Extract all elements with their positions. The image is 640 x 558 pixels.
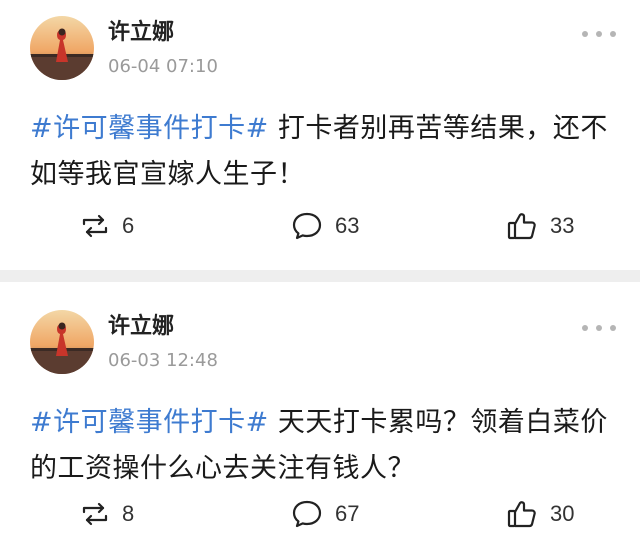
- comment-icon: [292, 500, 322, 528]
- feed-post[interactable]: 许立娜 06-03 12:48 #许可馨事件打卡# 天天打卡累吗？领着白菜价的工…: [0, 282, 640, 558]
- comment-count: 67: [335, 501, 360, 526]
- repost-count: 6: [122, 213, 135, 238]
- hashtag-link[interactable]: #许可馨事件打卡#: [30, 113, 269, 144]
- feed-post[interactable]: 许立娜 06-04 07:10 #许可馨事件打卡# 打卡者别再苦等结果，还不如等…: [0, 0, 640, 270]
- avatar[interactable]: [30, 310, 94, 374]
- like-count: 33: [550, 213, 575, 238]
- thumbs-up-icon: [507, 213, 536, 240]
- thumbs-up-icon: [507, 501, 536, 528]
- hashtag-link[interactable]: #许可馨事件打卡#: [30, 407, 269, 438]
- more-dots-icon[interactable]: [582, 320, 616, 336]
- post-actions: 8 67 30: [0, 494, 640, 534]
- post-text: #许可馨事件打卡# 天天打卡累吗？领着白菜价的工资操什么心去关注有钱人？: [30, 400, 620, 492]
- comment-button[interactable]: 63: [291, 206, 359, 246]
- post-timestamp: 06-03 12:48: [108, 350, 218, 371]
- repost-button[interactable]: 8: [80, 494, 134, 534]
- repost-count: 8: [122, 501, 135, 526]
- comment-button[interactable]: 67: [291, 494, 359, 534]
- username[interactable]: 许立娜: [108, 20, 174, 46]
- post-actions: 6 63 33: [0, 206, 640, 246]
- comment-count: 63: [335, 213, 360, 238]
- comment-icon: [292, 212, 322, 240]
- post-timestamp: 06-04 07:10: [108, 56, 218, 77]
- like-button[interactable]: 33: [506, 206, 574, 246]
- avatar[interactable]: [30, 16, 94, 80]
- repost-icon: [82, 214, 108, 238]
- repost-button[interactable]: 6: [80, 206, 134, 246]
- like-count: 30: [550, 501, 575, 526]
- like-button[interactable]: 30: [506, 494, 574, 534]
- more-dots-icon[interactable]: [582, 26, 616, 42]
- post-text: #许可馨事件打卡# 打卡者别再苦等结果，还不如等我官宣嫁人生子！: [30, 106, 620, 198]
- repost-icon: [82, 502, 108, 526]
- post-divider: [0, 270, 640, 282]
- username[interactable]: 许立娜: [108, 314, 174, 340]
